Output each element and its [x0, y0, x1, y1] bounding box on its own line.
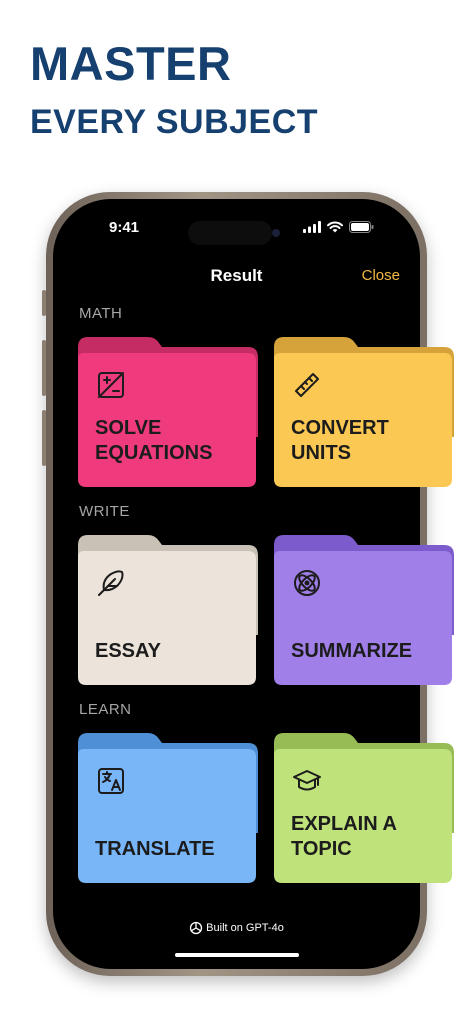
phone-screen: 9:41 Result Close MATH WRITE LEARN SOLVE…	[53, 199, 454, 969]
feather-icon	[98, 570, 124, 596]
home-indicator[interactable]	[175, 953, 299, 957]
status-time: 9:41	[109, 219, 140, 236]
card-label: EXPLAIN A TOPIC	[291, 813, 397, 860]
built-on-text: Built on GPT-4o	[206, 921, 284, 934]
headline-line-2: EVERY SUBJECT	[30, 103, 319, 141]
graduation-cap-icon	[293, 770, 321, 791]
card-solve-equations[interactable]: SOLVE EQUATIONS	[78, 337, 258, 487]
cellular-signal-icon	[303, 221, 321, 233]
card-explain-a-topic[interactable]: EXPLAIN A TOPIC	[274, 733, 454, 883]
headline-line-1: MASTER	[30, 37, 232, 90]
atom-icon	[294, 570, 320, 596]
card-label: SUMMARIZE	[291, 640, 413, 662]
section-label-write: WRITE	[79, 503, 130, 520]
battery-icon	[349, 221, 374, 233]
openai-logo-icon	[190, 921, 203, 935]
phone-mute-switch	[42, 290, 46, 316]
card-label: SOLVE EQUATIONS	[95, 417, 213, 464]
section-label-learn: LEARN	[79, 701, 132, 718]
section-label-math: MATH	[79, 305, 123, 322]
card-translate[interactable]: TRANSLATE	[78, 733, 258, 883]
card-label: TRANSLATE	[95, 838, 215, 860]
close-button[interactable]: Close	[362, 267, 400, 284]
card-label: ESSAY	[95, 640, 161, 662]
card-essay[interactable]: ESSAY	[78, 535, 258, 685]
card-convert-units[interactable]: CONVERT UNITS	[274, 337, 454, 487]
translate-icon	[98, 768, 124, 794]
wifi-icon	[327, 221, 343, 233]
camera-dot	[272, 229, 280, 237]
headline: MASTER EVERY SUBJECT	[30, 38, 318, 142]
card-label: CONVERT UNITS	[291, 417, 389, 464]
phone-volume-down	[42, 410, 46, 466]
status-icons	[303, 221, 374, 233]
calculator-icon	[98, 372, 124, 398]
ruler-icon	[295, 373, 319, 397]
dynamic-island	[188, 221, 272, 245]
phone-volume-up	[42, 340, 46, 396]
built-on-badge: Built on GPT-4o	[53, 921, 420, 935]
card-summarize[interactable]: SUMMARIZE	[274, 535, 454, 685]
